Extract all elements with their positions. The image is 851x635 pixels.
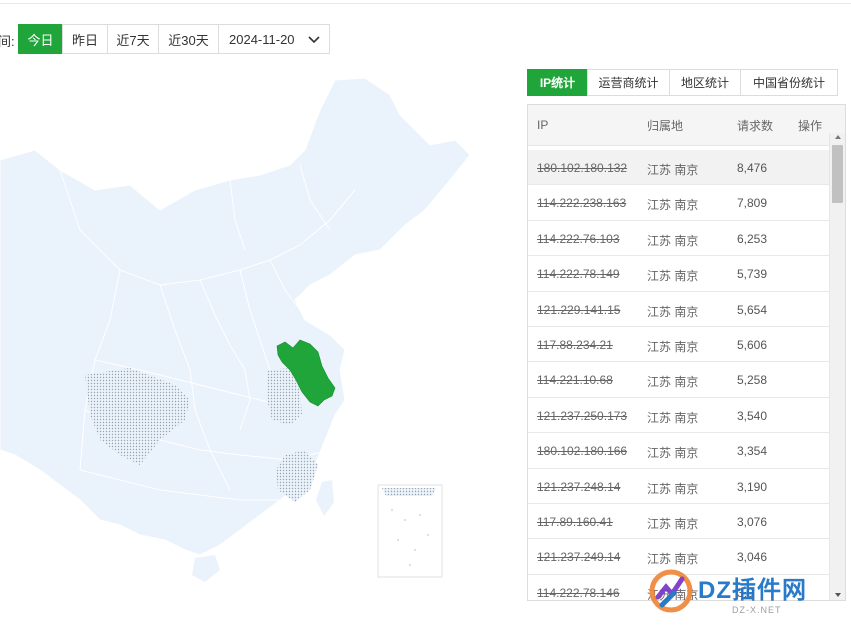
row-ip: 114.222.238.163 — [537, 196, 627, 211]
scroll-thumb[interactable] — [832, 145, 843, 203]
row-ip: 121.237.250.173 — [537, 408, 628, 423]
row-requests: 7,809 — [737, 196, 768, 211]
row-ip: 114.222.78.149 — [537, 267, 620, 282]
row-location: 江苏 南京 — [647, 552, 699, 567]
header-location: 归属地 — [647, 118, 684, 133]
header-ip: IP — [537, 118, 549, 132]
watermark-subtext: DZ-X.NET — [732, 605, 782, 615]
filter-7days-button[interactable]: 近7天 — [107, 24, 159, 54]
map-inset-islands — [382, 488, 436, 496]
row-requests: 8,476 — [737, 161, 768, 175]
table-row[interactable]: 114.222.238.163 江苏 南京 7,809 — [528, 185, 830, 221]
stats-tabs: IP统计 运营商统计 地区统计 中国省份统计 — [527, 69, 838, 96]
row-ip: 180.102.180.166 — [537, 444, 628, 459]
row-ip: 114.222.76.103 — [537, 231, 620, 246]
map-taiwan — [316, 480, 334, 516]
top-divider — [0, 0, 851, 4]
ip-stats-table: IP 归属地 请求数 操作 180.102.180.132 江苏 南京 8,476 1… — [527, 104, 846, 601]
tab-isp-stats[interactable]: 运营商统计 — [587, 69, 670, 96]
row-location: 江苏 南京 — [647, 446, 699, 461]
row-requests: 3,354 — [737, 444, 768, 459]
row-location: 江苏 南京 — [647, 339, 699, 354]
dz-watermark: DZ插件网 DZ-X.NET — [646, 567, 846, 627]
china-map — [0, 77, 471, 582]
row-ip: 121.229.141.15 — [537, 302, 621, 317]
watermark-logo-icon — [649, 569, 693, 613]
row-location: 江苏 南京 — [647, 233, 699, 248]
date-filter-label: 间: — [0, 34, 15, 49]
map-south-sea-inset — [377, 484, 443, 578]
table-row[interactable]: 121.229.141.15 江苏 南京 5,654 — [528, 292, 830, 327]
row-ip: 117.89.160.41 — [537, 514, 613, 529]
table-body: 180.102.180.132 江苏 南京 8,476 114.222.238.163… — [528, 150, 830, 600]
table-row[interactable]: 121.237.248.14 江苏 南京 3,190 — [528, 469, 830, 504]
tab-region-stats[interactable]: 地区统计 — [669, 69, 741, 96]
row-requests: 6,253 — [737, 231, 768, 246]
row-requests: 5,258 — [737, 373, 768, 388]
row-location: 江苏 南京 — [647, 269, 699, 284]
table-header: IP 归属地 请求数 操作 — [528, 105, 845, 146]
row-location: 江苏 南京 — [647, 375, 699, 390]
row-location: 江苏 南京 — [647, 481, 699, 496]
filter-30days-button[interactable]: 近30天 — [158, 24, 219, 54]
row-requests: 5,654 — [737, 302, 768, 317]
table-scrollbar[interactable] — [829, 133, 845, 600]
map-hainan — [192, 555, 220, 582]
row-requests: 5,739 — [737, 267, 768, 282]
row-location: 江苏 南京 — [647, 410, 699, 425]
filter-today-button[interactable]: 今日 — [18, 24, 63, 54]
date-value: 2024-11-20 — [229, 31, 295, 47]
row-location: 江苏 南京 — [647, 304, 699, 319]
table-row[interactable]: 114.221.10.68 江苏 南京 5,258 — [528, 362, 830, 398]
row-requests: 3,076 — [737, 514, 768, 529]
row-ip: 114.221.10.68 — [537, 373, 613, 388]
row-ip: 114.222.78.146 — [537, 585, 620, 600]
row-ip: 180.102.180.132 — [537, 161, 628, 175]
tab-province-stats[interactable]: 中国省份统计 — [740, 69, 838, 96]
table-row[interactable]: 180.102.180.132 江苏 南京 8,476 — [528, 150, 830, 186]
header-action: 操作 — [798, 118, 823, 133]
row-requests: 3,190 — [737, 479, 768, 494]
row-ip: 117.88.234.21 — [537, 337, 613, 352]
header-requests: 请求数 — [737, 118, 774, 133]
chevron-down-icon — [308, 36, 320, 44]
tab-ip-stats[interactable]: IP统计 — [527, 69, 588, 96]
row-location: 江苏 南京 — [647, 516, 699, 531]
watermark-text: DZ插件网 — [698, 577, 807, 604]
row-requests: 5,606 — [737, 337, 768, 352]
row-requests: 3,540 — [737, 408, 768, 423]
table-row[interactable]: 180.102.180.166 江苏 南京 3,354 — [528, 433, 830, 469]
row-ip: 121.237.249.14 — [537, 550, 621, 565]
table-row[interactable]: 114.222.78.149 江苏 南京 5,739 — [528, 256, 830, 292]
row-location: 江苏 南京 — [647, 198, 699, 213]
filter-yesterday-button[interactable]: 昨日 — [62, 24, 108, 54]
row-ip: 121.237.248.14 — [537, 479, 621, 494]
row-requests: 3,046 — [737, 550, 768, 565]
table-row[interactable]: 121.237.250.173 江苏 南京 3,540 — [528, 398, 830, 434]
table-row[interactable]: 114.222.76.103 江苏 南京 6,253 — [528, 221, 830, 257]
row-location: 江苏 南京 — [647, 163, 699, 177]
table-row[interactable]: 117.88.234.21 江苏 南京 5,606 — [528, 327, 830, 363]
date-picker[interactable]: 2024-11-20 — [218, 24, 330, 54]
table-row[interactable]: 117.89.160.41 江苏 南京 3,076 — [528, 504, 830, 540]
map-landmass — [0, 77, 471, 556]
scroll-up-arrow-icon[interactable] — [834, 133, 842, 141]
